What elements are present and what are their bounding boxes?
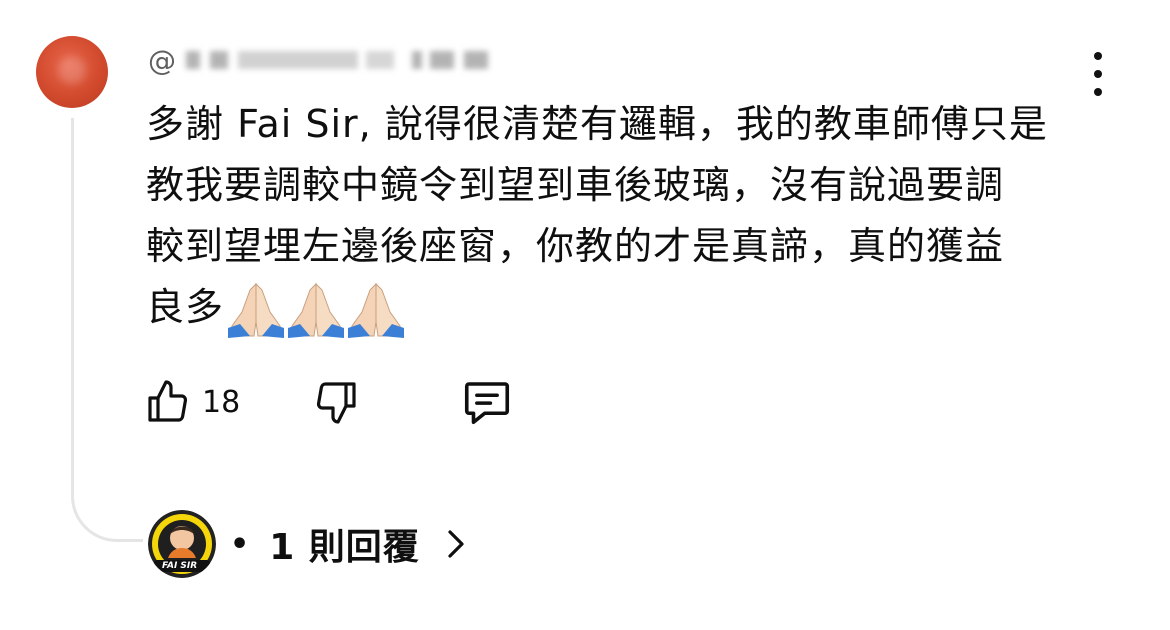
comment-body: 多謝 Fai Sir, 說得很清楚有邏輯，我的教車師傅只是 教我要調較中鏡令到望… (146, 94, 1096, 338)
creator-badge-text: FAI SIR (162, 561, 198, 571)
dislike-button[interactable] (312, 372, 360, 432)
pray-emoji-icon (348, 282, 405, 338)
chevron-right-icon (448, 530, 464, 558)
creator-avatar: FAI SIR (148, 510, 216, 578)
reply-count-label: 1 則回覆 (269, 527, 420, 568)
thumbs-down-icon (316, 382, 356, 424)
avatar-blur (58, 56, 86, 84)
commenter-avatar[interactable] (36, 36, 108, 108)
more-options-icon[interactable] (1086, 52, 1110, 96)
pray-emoji-icon (288, 282, 345, 338)
like-button[interactable]: 18 (144, 372, 240, 432)
reply-button[interactable] (460, 372, 514, 432)
comment-username[interactable]: @ (148, 40, 488, 80)
reply-separator-dot: • (230, 526, 250, 562)
reply-thread-line (71, 118, 143, 542)
thumbs-up-icon (148, 380, 188, 422)
like-count: 18 (202, 384, 241, 420)
pray-emoji-icon (228, 282, 285, 338)
view-replies-button[interactable]: FAI SIR • 1 則回覆 (148, 506, 468, 582)
username-at-sign: @ (148, 43, 176, 77)
username-redacted (180, 47, 488, 73)
pray-emoji-group (226, 282, 406, 338)
comment-icon (464, 382, 510, 425)
